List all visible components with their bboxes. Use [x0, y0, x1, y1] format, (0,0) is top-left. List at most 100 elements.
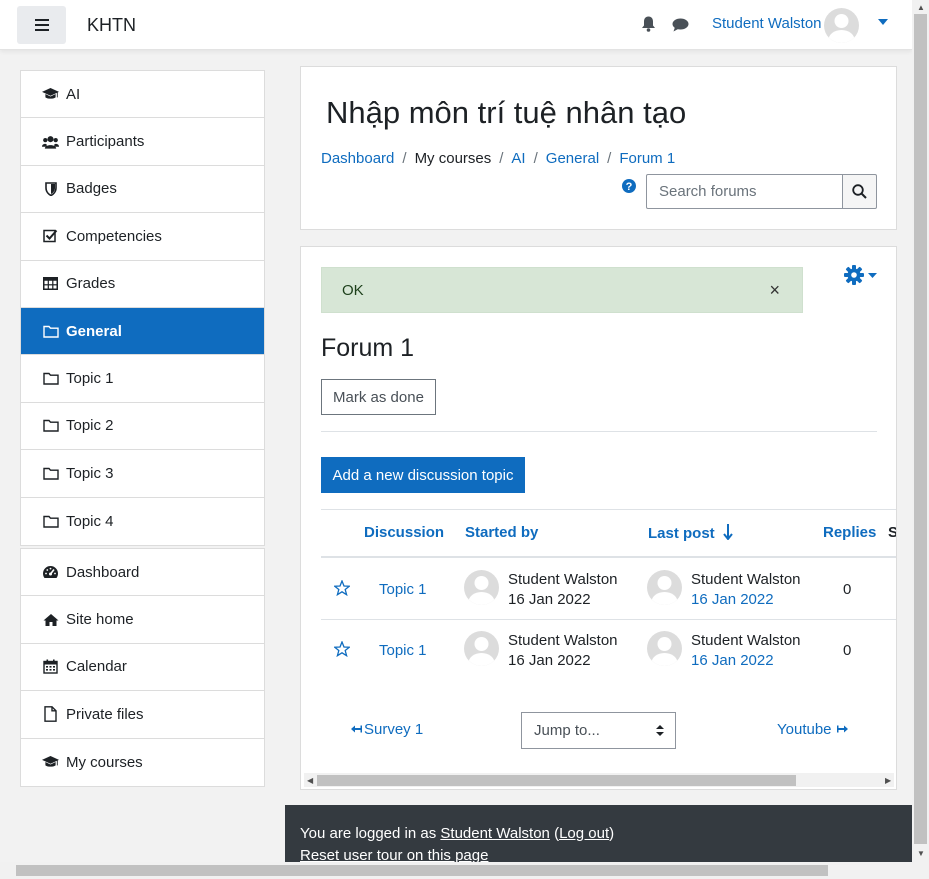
svg-text:?: ?	[626, 181, 633, 193]
drawer-item-grades[interactable]: Grades	[21, 261, 264, 308]
star-icon[interactable]	[334, 580, 350, 596]
site-brand[interactable]: KHTN	[87, 15, 136, 36]
logout-link[interactable]: Log out	[559, 825, 609, 842]
success-alert: OK ×	[321, 267, 803, 313]
drawer-item-topic-1[interactable]: Topic 1	[21, 355, 264, 403]
drawer-item-ai[interactable]: AI	[21, 71, 264, 119]
drawer-item-label: Topic 2	[66, 417, 114, 435]
avatar[interactable]	[464, 631, 499, 666]
shield-icon	[42, 180, 59, 197]
top-navbar: KHTN Student Walston	[0, 0, 912, 50]
column-header-discussion[interactable]: Discussion	[364, 524, 444, 541]
author-name[interactable]: Student Walston	[508, 571, 618, 588]
avatar-placeholder-icon	[828, 14, 855, 43]
page-footer: You are logged in as Student Walston (Lo…	[285, 805, 912, 862]
avatar-placeholder-icon	[651, 576, 678, 605]
horizontal-scrollbar-thumb[interactable]	[16, 865, 828, 876]
user-menu-name[interactable]: Student Walston	[712, 15, 822, 32]
next-activity-link[interactable]: Youtube	[777, 721, 848, 738]
chat-icon[interactable]	[672, 18, 689, 32]
search-button[interactable]	[842, 174, 877, 209]
column-header-last-post[interactable]: Last post	[648, 524, 733, 542]
file-icon	[42, 706, 59, 723]
drawer-item-general[interactable]: General	[21, 307, 264, 356]
check-square-icon	[42, 228, 59, 245]
table-header-border	[321, 556, 896, 558]
discussion-link[interactable]: Topic 1	[379, 642, 427, 659]
gear-icon	[844, 265, 864, 285]
scroll-down-icon[interactable]: ▼	[917, 849, 925, 858]
login-prefix: You are logged in as	[300, 825, 441, 842]
bell-icon[interactable]	[641, 16, 656, 32]
table-scrollbar-thumb[interactable]	[317, 775, 796, 786]
divider	[321, 431, 877, 432]
drawer-item-label: Grades	[66, 275, 116, 293]
scroll-up-icon[interactable]: ▲	[917, 3, 925, 12]
replies-count: 0	[843, 642, 852, 659]
replies-count: 0	[843, 581, 852, 598]
column-header-started-by[interactable]: Started by	[465, 524, 538, 541]
breadcrumb-ai[interactable]: AI	[511, 150, 525, 167]
drawer-item-topic-3[interactable]: Topic 3	[21, 450, 264, 498]
start-date: 16 Jan 2022	[508, 652, 591, 669]
breadcrumb-separator: /	[533, 150, 538, 167]
search-icon	[852, 184, 867, 199]
avatar-placeholder-icon	[468, 637, 495, 666]
drawer-item-label: Topic 4	[66, 512, 114, 530]
jump-to-select[interactable]: Jump to...	[521, 712, 676, 749]
forum-actions-menu[interactable]	[844, 265, 877, 285]
drawer-item-topic-4[interactable]: Topic 4	[21, 498, 264, 545]
drawer-item-label: Site home	[66, 611, 134, 629]
drawer-item-label: Calendar	[66, 658, 127, 676]
folder-icon	[42, 465, 59, 482]
site-navigation: Dashboard Site home Calendar Private fil…	[20, 548, 265, 787]
drawer-item-site-home[interactable]: Site home	[21, 596, 264, 644]
menu-icon	[34, 19, 49, 31]
avatar[interactable]	[647, 631, 682, 666]
drawer-item-label: Dashboard	[66, 563, 140, 581]
drawer-item-my-courses[interactable]: My courses	[21, 739, 264, 786]
drawer-item-dashboard[interactable]: Dashboard	[21, 549, 264, 597]
footer-user-link[interactable]: Student Walston	[440, 825, 550, 842]
last-post-date-link[interactable]: 16 Jan 2022	[691, 652, 774, 669]
column-header-replies[interactable]: Replies	[823, 524, 876, 541]
logout-close: )	[609, 825, 615, 842]
breadcrumb-forum-1[interactable]: Forum 1	[619, 150, 675, 167]
star-icon[interactable]	[334, 641, 350, 657]
previous-activity-label: Survey 1	[364, 721, 424, 738]
drawer-item-topic-2[interactable]: Topic 2	[21, 403, 264, 451]
previous-activity-link[interactable]: Survey 1	[351, 721, 423, 738]
discussion-link[interactable]: Topic 1	[379, 581, 427, 598]
drawer-item-label: Badges	[66, 180, 117, 198]
reset-user-tour-link[interactable]: Reset user tour on this page	[300, 847, 488, 862]
avatar-placeholder-icon	[651, 637, 678, 666]
add-discussion-topic-button[interactable]: Add a new discussion topic	[321, 457, 525, 493]
alert-message: OK	[342, 281, 364, 299]
breadcrumb-dashboard[interactable]: Dashboard	[321, 150, 394, 167]
help-icon[interactable]: ?	[622, 179, 636, 193]
folder-icon	[42, 513, 59, 530]
mark-as-done-button[interactable]: Mark as done	[321, 379, 436, 415]
author-name[interactable]: Student Walston	[508, 632, 618, 649]
drawer-item-participants[interactable]: Participants	[21, 118, 264, 166]
search-forums-input[interactable]	[646, 174, 843, 209]
drawer-item-badges[interactable]: Badges	[21, 166, 264, 214]
drawer-item-competencies[interactable]: Competencies	[21, 213, 264, 261]
user-avatar[interactable]	[824, 8, 859, 43]
forum-content: OK × Forum 1 Mark as done Add a new disc…	[300, 246, 897, 790]
scroll-left-icon[interactable]: ◀	[307, 776, 313, 785]
users-icon	[42, 133, 59, 150]
vertical-scrollbar-thumb[interactable]	[914, 14, 927, 844]
drawer-item-calendar[interactable]: Calendar	[21, 644, 264, 692]
drawer-item-private-files[interactable]: Private files	[21, 691, 264, 739]
avatar[interactable]	[464, 570, 499, 605]
last-post-author[interactable]: Student Walston	[691, 632, 801, 649]
last-post-author[interactable]: Student Walston	[691, 571, 801, 588]
close-icon[interactable]: ×	[769, 280, 780, 301]
last-post-date-link[interactable]: 16 Jan 2022	[691, 591, 774, 608]
avatar[interactable]	[647, 570, 682, 605]
scroll-right-icon[interactable]: ▶	[885, 776, 891, 785]
caret-down-icon[interactable]	[878, 19, 888, 25]
breadcrumb-general[interactable]: General	[546, 150, 599, 167]
drawer-toggle-button[interactable]	[17, 6, 66, 44]
